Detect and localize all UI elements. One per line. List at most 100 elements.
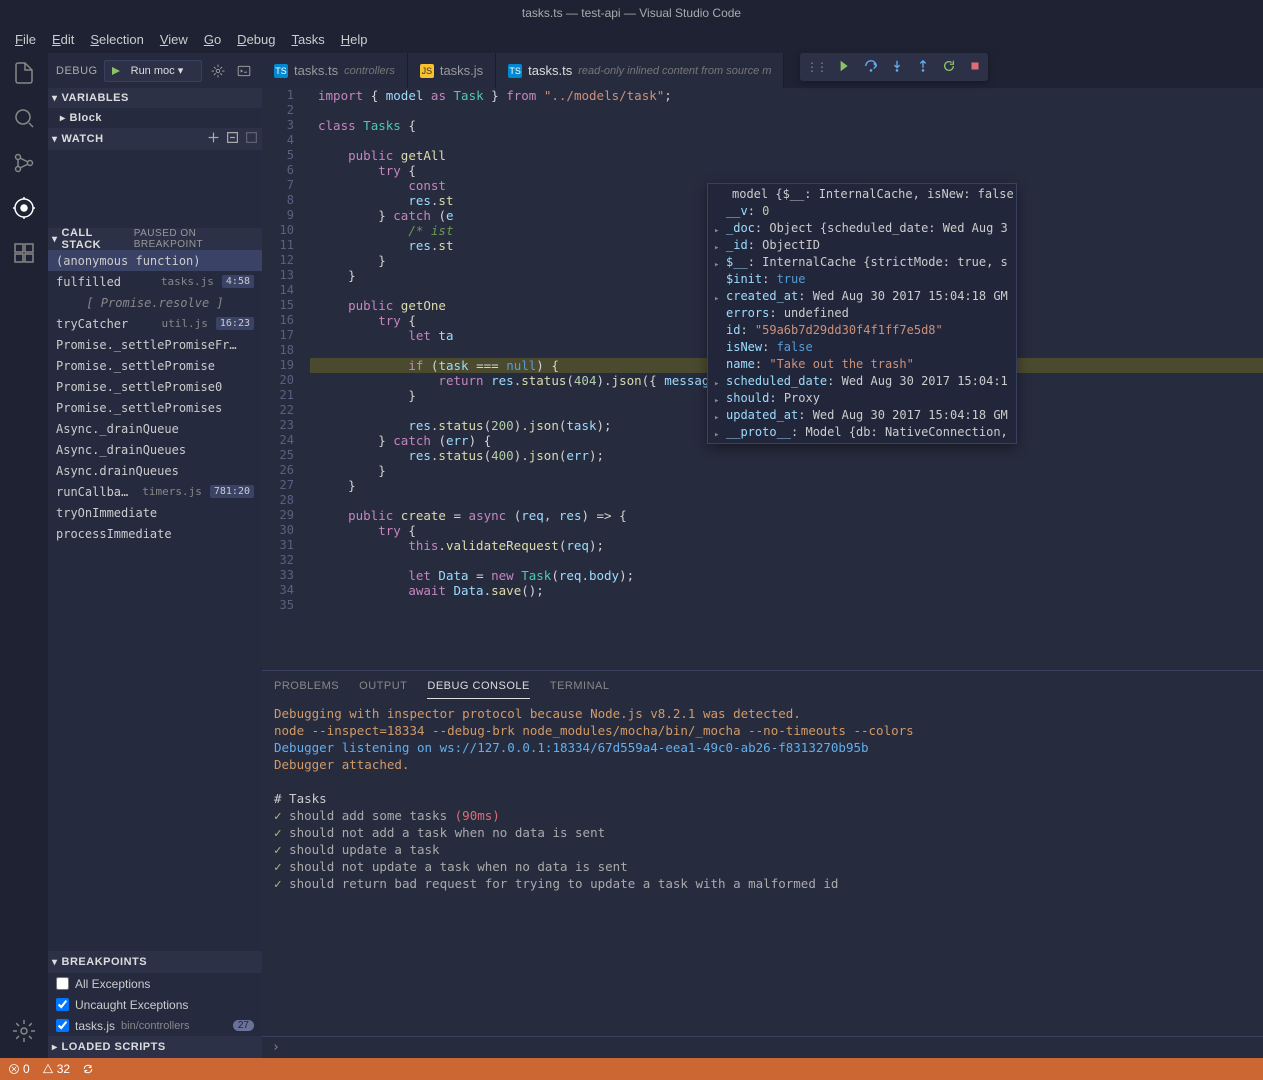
code-line[interactable] bbox=[310, 133, 1263, 148]
breakpoint-item[interactable]: All Exceptions bbox=[48, 973, 262, 994]
hover-property[interactable]: $__: InternalCache {strictMode: true, s bbox=[708, 254, 1016, 271]
code-line[interactable]: import { model as Task } from "../models… bbox=[310, 88, 1263, 103]
settings-gear-icon[interactable] bbox=[12, 1019, 36, 1046]
callstack-frame[interactable]: [ Promise.resolve ] bbox=[48, 292, 262, 313]
callstack-frame[interactable]: fulfilledtasks.js4:58 bbox=[48, 271, 262, 292]
code-line[interactable]: res.status(400).json(err); bbox=[310, 448, 1263, 463]
editor-tab[interactable]: JStasks.js bbox=[408, 53, 496, 88]
code-line[interactable]: } bbox=[310, 463, 1263, 478]
debug-console-input[interactable]: › bbox=[262, 1036, 1263, 1058]
callstack-frame[interactable]: runCallbacktimers.js781:20 bbox=[48, 481, 262, 502]
code-line[interactable]: } bbox=[310, 478, 1263, 493]
code-line[interactable] bbox=[310, 553, 1263, 568]
step-over-icon[interactable] bbox=[864, 59, 878, 76]
status-errors[interactable]: 0 bbox=[8, 1062, 30, 1076]
hover-property[interactable]: $init: true bbox=[708, 271, 1016, 288]
status-sync-icon[interactable] bbox=[82, 1063, 94, 1075]
stop-icon[interactable] bbox=[968, 59, 982, 76]
code-line[interactable] bbox=[310, 598, 1263, 613]
step-out-icon[interactable] bbox=[916, 59, 930, 76]
callstack-frame[interactable]: Async._drainQueue bbox=[48, 418, 262, 439]
callstack-frame[interactable]: processImmediate bbox=[48, 523, 262, 544]
breakpoint-item[interactable]: Uncaught Exceptions bbox=[48, 994, 262, 1015]
callstack-frame[interactable]: (anonymous function) bbox=[48, 250, 262, 271]
menu-debug[interactable]: Debug bbox=[230, 30, 282, 49]
variables-header[interactable]: ▾VARIABLES bbox=[48, 88, 262, 108]
search-icon[interactable] bbox=[12, 106, 36, 133]
hover-property[interactable]: should: Proxy bbox=[708, 390, 1016, 407]
breakpoint-checkbox[interactable] bbox=[56, 1019, 69, 1032]
callstack-frame[interactable]: Promise._settlePromise0 bbox=[48, 376, 262, 397]
hover-property[interactable]: scheduled_date: Wed Aug 30 2017 15:04:1 bbox=[708, 373, 1016, 390]
code-line[interactable]: public create = async (req, res) => { bbox=[310, 508, 1263, 523]
menu-edit[interactable]: Edit bbox=[45, 30, 81, 49]
code-line[interactable]: this.validateRequest(req); bbox=[310, 538, 1263, 553]
editor-tab[interactable]: TStasks.tscontrollers bbox=[262, 53, 408, 88]
callstack-header[interactable]: ▾CALL STACKPAUSED ON BREAKPOINT bbox=[48, 228, 262, 250]
code-line[interactable] bbox=[310, 103, 1263, 118]
hover-property[interactable]: _doc: Object {scheduled_date: Wed Aug 3 bbox=[708, 220, 1016, 237]
code-line[interactable]: let Data = new Task(req.body); bbox=[310, 568, 1263, 583]
panel-tab[interactable]: OUTPUT bbox=[359, 674, 407, 698]
hover-property[interactable]: _id: ObjectID bbox=[708, 237, 1016, 254]
callstack-frame[interactable]: Promise._settlePromise bbox=[48, 355, 262, 376]
panel-tab[interactable]: TERMINAL bbox=[550, 674, 610, 698]
debug-hover-tooltip[interactable]: model {$__: InternalCache, isNew: false,… bbox=[707, 183, 1017, 444]
hover-property[interactable]: name: "Take out the trash" bbox=[708, 356, 1016, 373]
debug-toolbar[interactable]: ⋮⋮ bbox=[800, 53, 988, 81]
debug-config-select[interactable]: Run moc ▾ bbox=[104, 60, 202, 82]
breakpoint-item[interactable]: tasks.jsbin/controllers27 bbox=[48, 1015, 262, 1036]
hover-property[interactable]: isNew: false bbox=[708, 339, 1016, 356]
code-line[interactable]: public getAll bbox=[310, 148, 1263, 163]
callstack-frame[interactable]: Async.drainQueues bbox=[48, 460, 262, 481]
code-line[interactable]: await Data.save(); bbox=[310, 583, 1263, 598]
hover-property[interactable]: __v: 0 bbox=[708, 203, 1016, 220]
code-line[interactable]: try { bbox=[310, 523, 1263, 538]
debug-icon[interactable] bbox=[12, 196, 36, 223]
loaded-scripts-header[interactable]: ▸LOADED SCRIPTS bbox=[48, 1036, 262, 1058]
callstack-frame[interactable]: Promise._settlePromiseFr… bbox=[48, 334, 262, 355]
hover-property[interactable]: updated_at: Wed Aug 30 2017 15:04:18 GM bbox=[708, 407, 1016, 424]
watch-header[interactable]: ▾WATCH bbox=[48, 128, 262, 150]
menu-go[interactable]: Go bbox=[197, 30, 228, 49]
explorer-icon[interactable] bbox=[12, 61, 36, 88]
callstack-frame[interactable]: tryOnImmediate bbox=[48, 502, 262, 523]
restart-icon[interactable] bbox=[942, 59, 956, 76]
breakpoint-checkbox[interactable] bbox=[56, 977, 69, 990]
debug-console-icon[interactable] bbox=[234, 61, 254, 81]
panel-tab[interactable]: DEBUG CONSOLE bbox=[427, 674, 529, 699]
menu-help[interactable]: Help bbox=[334, 30, 375, 49]
status-warnings[interactable]: 32 bbox=[42, 1062, 70, 1076]
menu-view[interactable]: View bbox=[153, 30, 195, 49]
step-into-icon[interactable] bbox=[890, 59, 904, 76]
remove-watch-icon[interactable] bbox=[245, 131, 258, 147]
toolbar-grip-icon[interactable]: ⋮⋮ bbox=[806, 60, 826, 74]
variables-block[interactable]: ▸Block bbox=[48, 108, 262, 128]
editor-tab[interactable]: TStasks.tsread-only inlined content from… bbox=[496, 53, 784, 88]
hover-property[interactable]: __proto__: Model {db: NativeConnection, bbox=[708, 424, 1016, 441]
collapse-watch-icon[interactable] bbox=[226, 131, 239, 147]
hover-property[interactable]: created_at: Wed Aug 30 2017 15:04:18 GM bbox=[708, 288, 1016, 305]
hover-property[interactable]: errors: undefined bbox=[708, 305, 1016, 322]
title-bar: tasks.ts — test-api — Visual Studio Code bbox=[0, 0, 1263, 25]
ts-file-icon: TS bbox=[508, 64, 522, 78]
menu-file[interactable]: File bbox=[8, 30, 43, 49]
continue-icon[interactable] bbox=[838, 59, 852, 76]
extensions-icon[interactable] bbox=[12, 241, 36, 268]
hover-property[interactable]: id: "59a6b7d29dd30f4f1ff7e5d8" bbox=[708, 322, 1016, 339]
panel-tab[interactable]: PROBLEMS bbox=[274, 674, 339, 698]
menu-selection[interactable]: Selection bbox=[83, 30, 150, 49]
menu-tasks[interactable]: Tasks bbox=[284, 30, 331, 49]
callstack-frame[interactable]: Async._drainQueues bbox=[48, 439, 262, 460]
scm-icon[interactable] bbox=[12, 151, 36, 178]
breakpoint-checkbox[interactable] bbox=[56, 998, 69, 1011]
code-line[interactable]: class Tasks { bbox=[310, 118, 1263, 133]
callstack-frame[interactable]: Promise._settlePromises bbox=[48, 397, 262, 418]
code-line[interactable]: try { bbox=[310, 163, 1263, 178]
add-watch-icon[interactable] bbox=[207, 131, 220, 147]
breakpoints-header[interactable]: ▾BREAKPOINTS bbox=[48, 951, 262, 973]
start-debug-icon[interactable] bbox=[105, 66, 127, 76]
callstack-frame[interactable]: tryCatcherutil.js16:23 bbox=[48, 313, 262, 334]
debug-settings-icon[interactable] bbox=[208, 61, 228, 81]
code-line[interactable] bbox=[310, 493, 1263, 508]
